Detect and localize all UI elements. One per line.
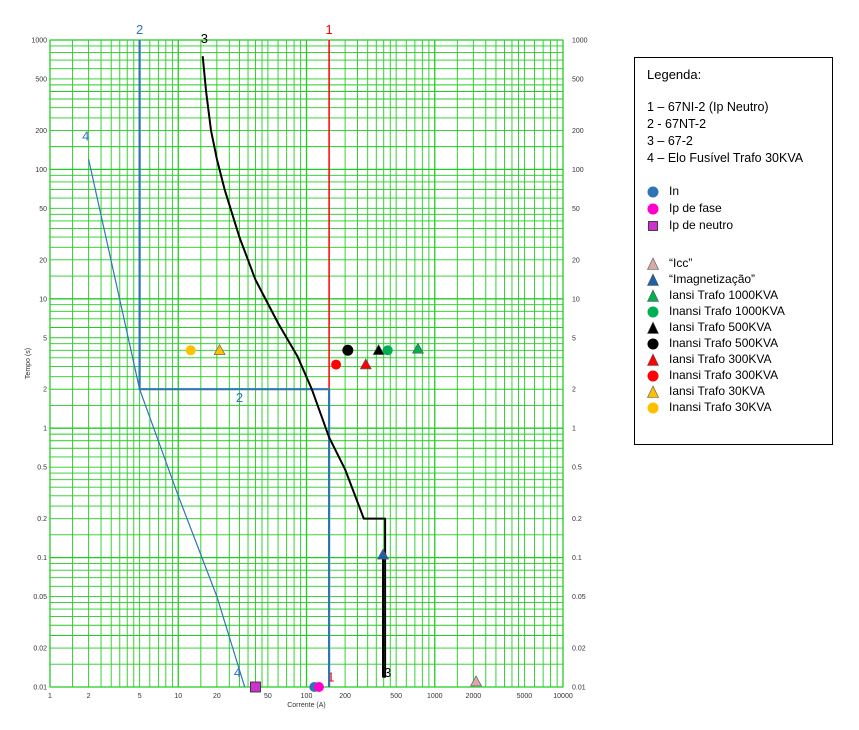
marker-inansi-trafo-300kva: [331, 359, 342, 370]
y-tick-label-right: 0.02: [572, 646, 586, 653]
legend-glyph-square: [648, 221, 658, 231]
legend-curve-1: 1 – 67NI-2 (Ip Neutro): [647, 100, 769, 114]
legend-curve-3: 3 – 67-2: [647, 134, 693, 148]
legend-title: Legenda:: [647, 67, 702, 82]
y-tick-label-left: 100: [35, 167, 47, 174]
y-tick-label-right: 0.1: [572, 555, 582, 562]
legend-item-label: Iansi Trafo 30KVA: [669, 384, 765, 398]
y-tick-label-left: 0.02: [33, 646, 47, 653]
y-tick-label-right: 0.05: [572, 594, 586, 601]
legend-item-label: Iansi Trafo 300KVA: [669, 352, 772, 366]
legend-item-label: Inansi Trafo 500KVA: [669, 336, 779, 350]
legend-curve-2: 2 - 67NT-2: [647, 117, 707, 131]
legend-item-label: In: [669, 184, 680, 198]
legend-item-label: Inansi Trafo 300KVA: [669, 368, 779, 382]
marker-inansi-trafo-30kva: [185, 345, 196, 356]
legend-glyph-triangle: [647, 257, 659, 270]
x-tick-label: 2000: [466, 693, 482, 700]
x-tick-label: 1000: [427, 693, 443, 700]
y-tick-label-left: 1000: [31, 38, 47, 45]
y-tick-label-left: 5: [43, 335, 47, 342]
legend-glyph-circle: [647, 186, 659, 198]
curve-3-label-bottom: 3: [384, 665, 391, 680]
x-tick-label: 100: [301, 693, 313, 700]
legend-item-label: Inansi Trafo 1000KVA: [669, 304, 785, 318]
y-tick-label-left: 500: [35, 76, 47, 83]
legend-glyph-triangle: [647, 289, 659, 302]
legend-item-label: Inansi Trafo 30KVA: [669, 400, 772, 414]
legend-glyph-triangle: [647, 321, 659, 334]
x-tick-label: 2: [87, 693, 91, 700]
legend-glyph-triangle: [647, 353, 659, 366]
x-tick-label: 10: [174, 693, 182, 700]
y-tick-label-right: 1000: [572, 38, 588, 45]
y-tick-label-right: 5: [572, 335, 576, 342]
legend-glyph-circle: [647, 370, 659, 382]
x-axis-title: Corrente (A): [287, 702, 326, 709]
x-tick-label: 10000: [553, 693, 573, 700]
x-tick-label: 5: [138, 693, 142, 700]
legend-glyph-triangle: [647, 385, 659, 398]
curve-2-label-mid: 2: [236, 390, 243, 405]
y-tick-label-left: 50: [39, 206, 47, 213]
y-tick-label-right: 2: [572, 387, 576, 394]
legend-item-label: Iansi Trafo 500KVA: [669, 320, 772, 334]
curve-1-label-top: 1: [325, 22, 332, 37]
y-tick-label-right: 0.01: [572, 685, 586, 692]
legend-box: Legenda: 1 – 67NI-2 (Ip Neutro) 2 - 67NT…: [634, 57, 833, 445]
marker-inansi-trafo-500kva: [342, 344, 354, 356]
y-tick-label-left: 20: [39, 257, 47, 264]
curve-4-label-top: 4: [82, 129, 89, 144]
x-tick-label: 200: [339, 693, 351, 700]
y-tick-label-right: 500: [572, 76, 584, 83]
legend-glyph-circle: [647, 338, 659, 350]
y-tick-label-left: 10: [39, 296, 47, 303]
curve-4-label-bottom: 4: [234, 665, 241, 680]
x-tick-label: 5000: [517, 693, 533, 700]
x-tick-label: 50: [264, 693, 272, 700]
y-axis-title: Tempo (s): [25, 348, 32, 379]
legend-glyph-circle: [647, 306, 659, 318]
marker-ip-de-fase: [313, 682, 324, 692]
y-tick-label-right: 50: [572, 206, 580, 213]
legend-glyph-circle: [647, 203, 659, 215]
y-tick-label-right: 0.5: [572, 465, 582, 472]
legend-item-label: “Icc”: [669, 256, 693, 270]
marker-ip-de-neutro: [250, 681, 261, 693]
y-tick-label-right: 200: [572, 128, 584, 135]
x-tick-label: 500: [390, 693, 402, 700]
x-tick-label: 1: [48, 693, 52, 700]
y-tick-label-left: 0.1: [37, 555, 47, 562]
legend-item-label: Ip de fase: [669, 201, 722, 215]
legend-curve-4: 4 – Elo Fusível Trafo 30KVA: [647, 151, 804, 165]
y-tick-label-left: 0.2: [37, 516, 47, 523]
legend-item-label: Iansi Trafo 1000KVA: [669, 288, 779, 302]
y-tick-label-left: 1: [43, 426, 47, 433]
y-tick-label-right: 20: [572, 257, 580, 264]
x-tick-label: 20: [213, 693, 221, 700]
legend-glyph-circle: [647, 402, 659, 414]
legend-item-label: “Imagnetização”: [669, 272, 756, 286]
y-tick-label-left: 0.5: [37, 465, 47, 472]
y-tick-label-left: 0.01: [33, 685, 47, 692]
y-tick-label-left: 2: [43, 387, 47, 394]
y-tick-label-right: 100: [572, 167, 584, 174]
y-tick-label-left: 0.05: [33, 594, 47, 601]
y-tick-label-right: 10: [572, 296, 580, 303]
marker-inansi-trafo-1000kva: [382, 345, 393, 356]
legend-item-label: Ip de neutro: [669, 218, 734, 232]
curve-2-label-top: 2: [136, 22, 143, 37]
y-tick-label-left: 200: [35, 128, 47, 135]
y-tick-label-right: 0.2: [572, 516, 582, 523]
legend-glyph-triangle: [647, 273, 659, 286]
curve-3-label-top: 3: [201, 31, 208, 46]
y-tick-label-right: 1: [572, 426, 576, 433]
